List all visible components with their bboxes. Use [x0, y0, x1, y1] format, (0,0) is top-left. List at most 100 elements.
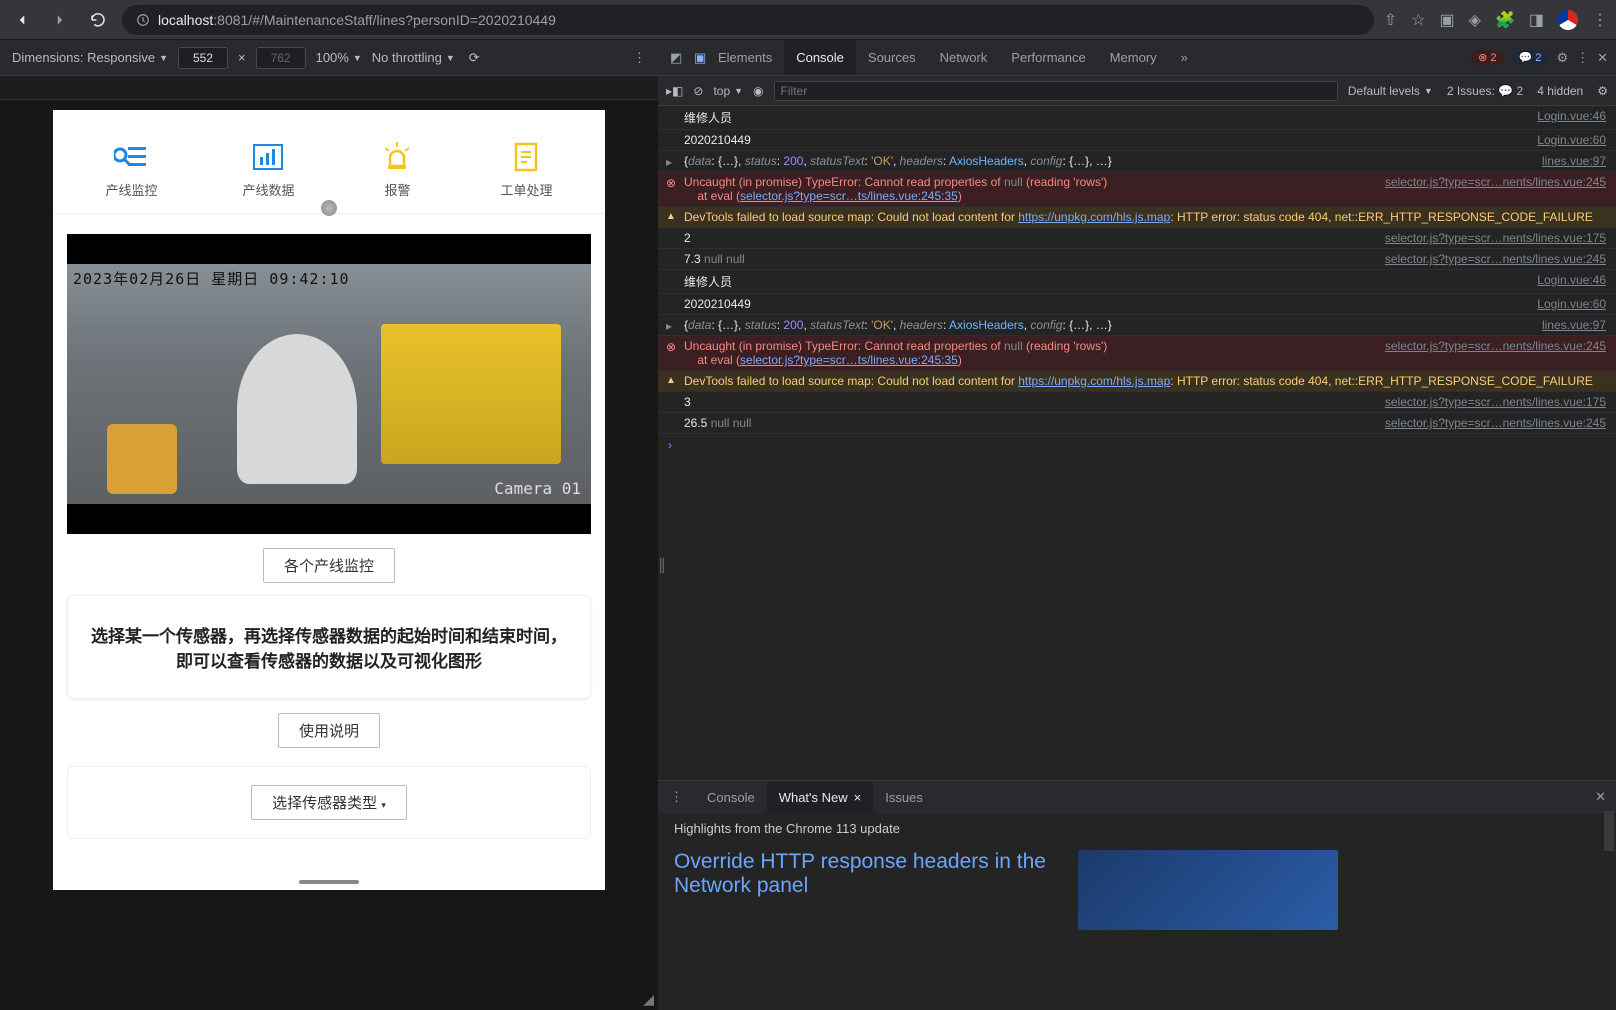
info-card: 选择某一个传感器，再选择传感器数据的起始时间和结束时间，即可以查看传感器的数据以…: [67, 595, 591, 699]
resize-handle[interactable]: [299, 880, 359, 884]
drawer-tab-issues[interactable]: Issues: [873, 781, 935, 813]
filter-input[interactable]: [774, 81, 1338, 101]
dimensions-select[interactable]: Dimensions: Responsive▼: [12, 50, 168, 65]
console-row[interactable]: 2selector.js?type=scr…nents/lines.vue:17…: [658, 228, 1616, 249]
console-row[interactable]: 2020210449Login.vue:60: [658, 130, 1616, 151]
source-link[interactable]: Login.vue:46: [1537, 273, 1606, 290]
forward-button[interactable]: [46, 6, 74, 34]
drawer-scrollbar[interactable]: [1604, 811, 1614, 851]
console-row[interactable]: 维修人员Login.vue:46: [658, 106, 1616, 130]
drag-handle-icon[interactable]: [321, 200, 337, 216]
message-badge[interactable]: 💬 2: [1512, 50, 1549, 65]
clear-console-icon[interactable]: ⊘: [693, 84, 703, 98]
levels-select[interactable]: Default levels ▼: [1348, 84, 1433, 98]
console-row[interactable]: 3selector.js?type=scr…nents/lines.vue:17…: [658, 392, 1616, 413]
drawer-tab-console[interactable]: Console: [695, 781, 767, 813]
console-toolbar: ▸◧ ⊘ top ▼ ◉ Default levels ▼ 2 Issues: …: [658, 76, 1616, 106]
ruler: [0, 76, 658, 100]
drawer-menu-icon[interactable]: ⋮: [658, 781, 695, 813]
console-row[interactable]: DevTools failed to load source map: Coul…: [658, 371, 1616, 392]
console-row[interactable]: 2020210449Login.vue:60: [658, 294, 1616, 315]
rotate-icon[interactable]: ⟳: [469, 50, 480, 66]
source-link[interactable]: Login.vue:60: [1537, 133, 1606, 147]
article-thumbnail[interactable]: [1078, 850, 1338, 930]
source-link[interactable]: selector.js?type=scr…nents/lines.vue:245: [1385, 416, 1606, 430]
throttle-select[interactable]: No throttling▼: [372, 50, 455, 65]
toolbar-right: ⇧ ☆ ▣ ◈ 🧩 ◨ ⋮: [1384, 10, 1608, 30]
source-link[interactable]: Login.vue:46: [1537, 109, 1606, 126]
share-icon[interactable]: ⇧: [1384, 10, 1397, 30]
reload-button[interactable]: [84, 6, 112, 34]
console-row[interactable]: {data: {…}, status: 200, statusText: 'OK…: [658, 315, 1616, 336]
console-row[interactable]: 7.3 null nullselector.js?type=scr…nents/…: [658, 249, 1616, 270]
tab-elements[interactable]: Elements: [706, 40, 784, 75]
inspect-icon[interactable]: ◩: [658, 40, 682, 75]
console-row[interactable]: Uncaught (in promise) TypeError: Cannot …: [658, 336, 1616, 371]
console-row[interactable]: DevTools failed to load source map: Coul…: [658, 207, 1616, 228]
doc-icon: [508, 142, 544, 172]
context-select[interactable]: top ▼: [713, 84, 743, 98]
scene-chair: [107, 424, 177, 494]
zoom-select[interactable]: 100%▼: [316, 50, 362, 65]
console-row[interactable]: 26.5 null nullselector.js?type=scr…nents…: [658, 413, 1616, 434]
sidepanel-icon[interactable]: ◨: [1529, 10, 1544, 30]
source-link[interactable]: selector.js?type=scr…nents/lines.vue:245: [1385, 252, 1606, 266]
extensions-icon[interactable]: 🧩: [1495, 10, 1515, 30]
source-link[interactable]: selector.js?type=scr…nents/lines.vue:175: [1385, 231, 1606, 245]
drawer-tab-whatsnew[interactable]: What's New ×: [767, 781, 874, 813]
video-card[interactable]: 2023年02月26日 星期日 09:42:10 Camera 01: [67, 234, 591, 534]
ext-icon-2[interactable]: ◈: [1469, 10, 1481, 30]
nav-item-alarm[interactable]: 报警: [379, 142, 415, 199]
source-link[interactable]: selector.js?type=scr…nents/lines.vue:175: [1385, 395, 1606, 409]
width-input[interactable]: [178, 47, 228, 69]
devtools-pane: ◩ ▣ Elements Console Sources Network Per…: [658, 40, 1616, 1010]
profile-avatar[interactable]: [1558, 10, 1578, 30]
source-link[interactable]: lines.vue:97: [1542, 154, 1606, 168]
split-handle-icon[interactable]: ∥: [658, 555, 664, 595]
ext-icon-1[interactable]: ▣: [1440, 10, 1455, 30]
article-title[interactable]: Override HTTP response headers in the Ne…: [674, 850, 1054, 930]
chevron-down-icon: ▾: [381, 800, 386, 810]
tab-memory[interactable]: Memory: [1098, 40, 1169, 75]
console-row[interactable]: 维修人员Login.vue:46: [658, 270, 1616, 294]
console-row[interactable]: Uncaught (in promise) TypeError: Cannot …: [658, 172, 1616, 207]
source-link[interactable]: lines.vue:97: [1542, 318, 1606, 332]
close-drawer-icon[interactable]: ✕: [1585, 789, 1616, 805]
source-link[interactable]: selector.js?type=scr…nents/lines.vue:245: [1385, 339, 1606, 367]
issues-link[interactable]: 2 Issues: 💬 2: [1447, 84, 1523, 98]
corner-resize-icon[interactable]: ◢: [643, 991, 654, 1008]
nav-item-monitor[interactable]: 产线监控: [105, 142, 157, 199]
drawer-tabs: ⋮ Console What's New × Issues ✕: [658, 781, 1616, 813]
sensor-select[interactable]: 选择传感器类型 ▾: [251, 785, 407, 820]
source-link[interactable]: selector.js?type=scr…nents/lines.vue:245: [1385, 175, 1606, 203]
back-button[interactable]: [8, 6, 36, 34]
console-settings-icon[interactable]: ⚙: [1597, 84, 1608, 98]
kebab-menu-icon[interactable]: ⋮: [1592, 10, 1608, 30]
sidebar-toggle-icon[interactable]: ▸◧: [666, 84, 683, 98]
usage-button[interactable]: 使用说明: [278, 713, 380, 748]
console-output[interactable]: 维修人员Login.vue:462020210449Login.vue:60{d…: [658, 106, 1616, 780]
settings-icon[interactable]: ⚙: [1556, 50, 1568, 66]
close-devtools-icon[interactable]: ✕: [1597, 50, 1608, 66]
kebab-menu-icon[interactable]: ⋮: [1576, 50, 1589, 66]
tabs-overflow[interactable]: »: [1169, 40, 1200, 75]
nav-label: 产线数据: [242, 180, 294, 199]
tab-sources[interactable]: Sources: [856, 40, 928, 75]
console-row[interactable]: {data: {…}, status: 200, statusText: 'OK…: [658, 151, 1616, 172]
address-bar[interactable]: localhost:8081/#/MaintenanceStaff/lines?…: [122, 5, 1374, 35]
tab-network[interactable]: Network: [928, 40, 1000, 75]
bookmark-icon[interactable]: ☆: [1411, 10, 1425, 30]
nav-item-workorder[interactable]: 工单处理: [500, 142, 552, 199]
height-input[interactable]: [256, 47, 306, 69]
tab-console[interactable]: Console: [784, 40, 856, 75]
source-link[interactable]: Login.vue:60: [1537, 297, 1606, 311]
live-expr-icon[interactable]: ◉: [753, 84, 763, 98]
error-badge[interactable]: ⊗ 2: [1471, 50, 1503, 65]
close-tab-icon[interactable]: ×: [854, 790, 862, 805]
console-prompt[interactable]: ›: [658, 434, 1616, 456]
nav-item-data[interactable]: 产线数据: [242, 142, 294, 199]
monitor-button[interactable]: 各个产线监控: [263, 548, 395, 583]
device-toggle-icon[interactable]: ▣: [682, 40, 706, 75]
device-menu-icon[interactable]: ⋮: [633, 50, 646, 66]
tab-performance[interactable]: Performance: [999, 40, 1097, 75]
